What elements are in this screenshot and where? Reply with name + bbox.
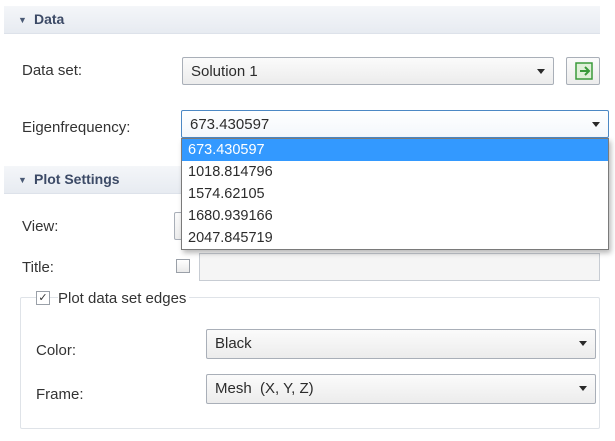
dropdown-option[interactable]: 2047.845719: [182, 227, 608, 249]
chevron-down-icon: [579, 386, 587, 391]
eigenfrequency-combobox[interactable]: 673.430597: [181, 110, 609, 138]
color-label: Color:: [36, 342, 77, 359]
frame-value: Mesh (X, Y, Z): [215, 380, 314, 397]
eigenfrequency-value: 673.430597: [190, 116, 270, 133]
data-set-value: Solution 1: [191, 63, 258, 80]
plot-edges-group: [20, 297, 600, 429]
frame-label: Frame:: [36, 386, 84, 403]
eigenfrequency-label: Eigenfrequency:: [22, 119, 131, 136]
frame-combobox[interactable]: Mesh (X, Y, Z): [206, 374, 596, 404]
plot-edges-label: Plot data set edges: [58, 290, 190, 307]
color-combobox[interactable]: Black: [206, 329, 596, 359]
collapse-triangle-icon[interactable]: ▼: [18, 15, 27, 25]
color-value: Black: [215, 335, 252, 352]
go-to-source-icon: [575, 62, 593, 80]
title-text-field[interactable]: [199, 253, 600, 281]
dropdown-option[interactable]: 673.430597: [182, 139, 608, 161]
data-set-label: Data set:: [22, 62, 83, 79]
chevron-down-icon: [592, 122, 600, 127]
plot-settings-title: Plot Settings: [34, 171, 120, 187]
collapse-triangle-icon[interactable]: ▼: [18, 175, 27, 185]
chevron-down-icon: [537, 69, 545, 74]
data-section-title: Data: [34, 11, 65, 27]
eigenfrequency-dropdown-list[interactable]: 673.430597 1018.814796 1574.62105 1680.9…: [181, 138, 609, 250]
dropdown-option[interactable]: 1680.939166: [182, 205, 608, 227]
data-section-header[interactable]: ▼ Data: [4, 6, 600, 34]
data-set-combobox[interactable]: Solution 1: [182, 57, 554, 85]
chevron-down-icon: [579, 341, 587, 346]
dropdown-option[interactable]: 1574.62105: [182, 183, 608, 205]
title-checkbox[interactable]: [176, 259, 190, 273]
plot-edges-checkbox[interactable]: ✓: [36, 291, 50, 305]
dropdown-option[interactable]: 1018.814796: [182, 161, 608, 183]
view-label: View:: [22, 218, 59, 235]
go-to-source-button[interactable]: [566, 57, 600, 85]
title-label: Title:: [22, 259, 54, 276]
